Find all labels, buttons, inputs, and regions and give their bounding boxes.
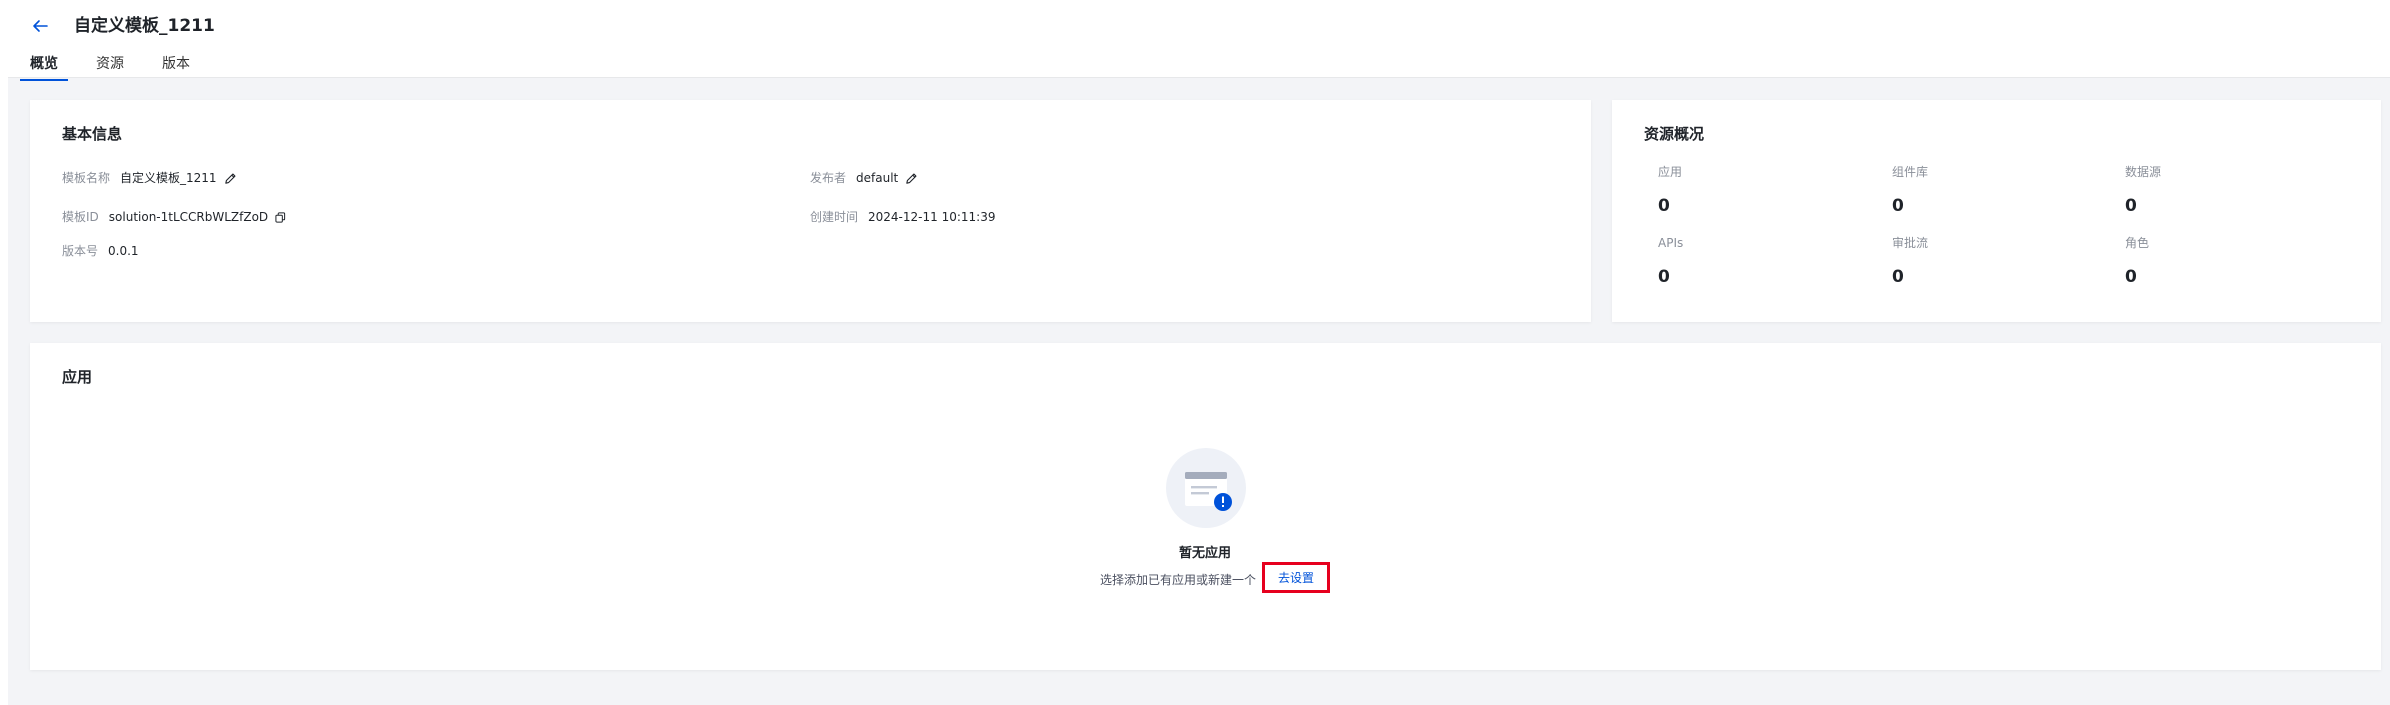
tab-versions[interactable]: 版本	[162, 54, 190, 78]
empty-state-title: 暂无应用	[1178, 546, 1231, 561]
edit-name-pencil-icon[interactable]	[224, 172, 237, 185]
tab-bar: 概览 资源 版本	[20, 54, 228, 81]
stat-label: APIs	[1658, 236, 1684, 250]
page-title: 自定义模板_1211	[74, 16, 215, 36]
stat-approval-flows: 审批流 0	[1892, 235, 1928, 288]
stat-apps: 应用 0	[1658, 164, 1682, 217]
tab-overview[interactable]: 概览	[20, 54, 68, 81]
stat-label: 数据源	[2125, 165, 2162, 179]
stat-roles: 角色 0	[2125, 235, 2149, 288]
stat-label: 组件库	[1892, 165, 1929, 179]
stat-label: 审批流	[1892, 236, 1929, 250]
template-id-label: 模板ID	[62, 210, 99, 224]
template-name-value: 自定义模板_1211	[120, 171, 217, 185]
resource-overview-card: 资源概况 应用 0 组件库 0 数据源 0 APIs 0 审批流 0 角色 0	[1612, 100, 2381, 322]
created-time-label: 创建时间	[810, 210, 859, 224]
edit-publisher-pencil-icon[interactable]	[905, 172, 918, 185]
stat-value: 0	[1892, 267, 1904, 287]
template-id-value: solution-1tLCCRbWLZfZoD	[108, 210, 269, 224]
copy-icon[interactable]	[275, 211, 286, 223]
publisher-value: default	[856, 171, 899, 185]
stat-component-libraries: 组件库 0	[1892, 164, 1928, 217]
empty-state-description: 选择添加已有应用或新建一个	[1100, 573, 1257, 587]
template-id-row: 模板ID solution-1tLCCRbWLZfZoD	[62, 209, 286, 225]
stat-label: 角色	[2125, 236, 2150, 250]
page-header: 自定义模板_1211 概览 资源 版本	[8, 0, 2390, 81]
stat-value: 0	[1658, 267, 1670, 287]
stat-apis: APIs 0	[1658, 235, 1683, 288]
stat-value: 0	[1892, 196, 1904, 216]
stat-value: 0	[2125, 196, 2137, 216]
created-time-value: 2024-12-11 10:11:39	[868, 210, 996, 224]
stat-value: 0	[1658, 196, 1670, 216]
version-label: 版本号	[62, 244, 99, 258]
basic-info-card: 基本信息 模板名称 自定义模板_1211 发布者 default 模板ID so…	[30, 100, 1591, 322]
stat-label: 应用	[1658, 165, 1683, 179]
stat-value: 0	[2125, 267, 2137, 287]
tab-resources[interactable]: 资源	[96, 54, 124, 78]
empty-state-illustration-icon	[1165, 447, 1247, 529]
go-setup-link[interactable]: 去设置	[1262, 562, 1330, 593]
back-arrow-icon[interactable]	[28, 14, 52, 38]
publisher-label: 发布者	[810, 171, 847, 185]
template-name-row: 模板名称 自定义模板_1211	[62, 170, 237, 186]
apps-title: 应用	[62, 368, 93, 386]
created-time-row: 创建时间 2024-12-11 10:11:39	[810, 209, 995, 225]
resource-overview-title: 资源概况	[1644, 125, 1705, 143]
version-row: 版本号 0.0.1	[62, 243, 139, 259]
left-edge-strip	[0, 0, 8, 705]
basic-info-title: 基本信息	[62, 125, 123, 143]
publisher-row: 发布者 default	[810, 170, 918, 186]
template-name-label: 模板名称	[62, 171, 111, 185]
version-value: 0.0.1	[108, 244, 139, 258]
stat-data-sources: 数据源 0	[2125, 164, 2161, 217]
